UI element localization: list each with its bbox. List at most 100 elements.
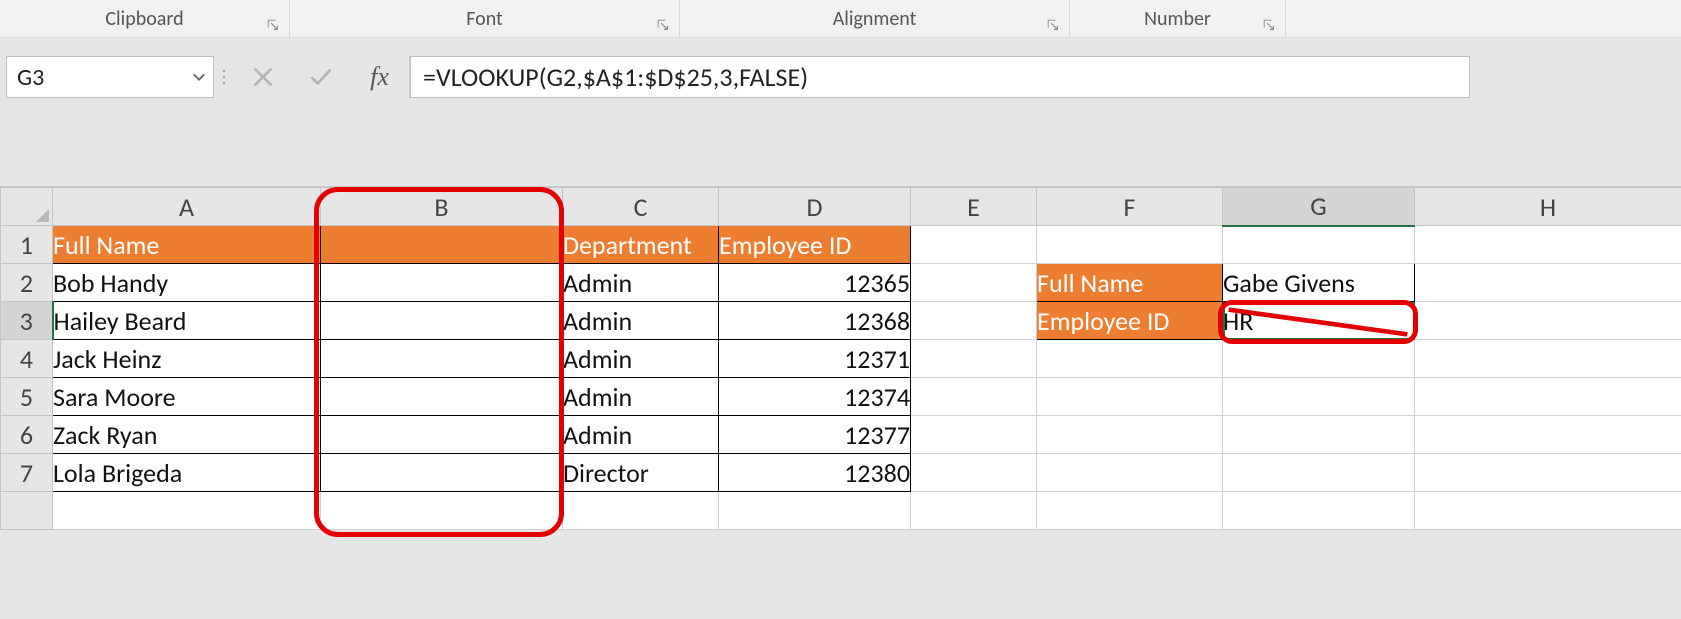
cell-G4[interactable] — [1223, 340, 1415, 378]
cell-F6[interactable] — [1037, 416, 1223, 454]
col-header-F[interactable]: F — [1037, 188, 1223, 226]
cell-F5[interactable] — [1037, 378, 1223, 416]
row-header-4[interactable]: 4 — [1, 340, 53, 378]
insert-function-button[interactable]: fx — [350, 56, 410, 98]
name-box-value: G3 — [17, 63, 44, 92]
dialog-launcher-icon[interactable] — [1261, 17, 1277, 33]
dialog-launcher-icon[interactable] — [655, 17, 671, 33]
cell-H3[interactable] — [1415, 302, 1681, 340]
chevron-down-icon[interactable] — [191, 69, 207, 85]
row-5: 5 Sara Moore Admin 12374 — [1, 378, 1681, 416]
row-header-6[interactable]: 6 — [1, 416, 53, 454]
col-header-C[interactable]: C — [563, 188, 719, 226]
select-all-corner[interactable] — [1, 188, 53, 226]
cell-G7[interactable] — [1223, 454, 1415, 492]
cell-C6[interactable]: Admin — [563, 416, 719, 454]
formula-input[interactable] — [410, 56, 1470, 98]
row-header-2[interactable]: 2 — [1, 264, 53, 302]
cell-H4[interactable] — [1415, 340, 1681, 378]
cell-H7[interactable] — [1415, 454, 1681, 492]
divider-icon — [214, 56, 234, 98]
name-box[interactable]: G3 — [6, 56, 214, 98]
cell-C1[interactable]: Department — [563, 226, 719, 264]
cell-D7[interactable]: 12380 — [719, 454, 911, 492]
cell-E3[interactable] — [911, 302, 1037, 340]
cell-H2[interactable] — [1415, 264, 1681, 302]
cell-B1[interactable] — [321, 226, 563, 264]
row-6: 6 Zack Ryan Admin 12377 — [1, 416, 1681, 454]
cancel-button[interactable] — [234, 56, 292, 98]
col-header-E[interactable]: E — [911, 188, 1037, 226]
cell-A3[interactable]: Hailey Beard — [53, 302, 321, 340]
dialog-launcher-icon[interactable] — [265, 17, 281, 33]
cell-D3[interactable]: 12368 — [719, 302, 911, 340]
cell-C3[interactable]: Admin — [563, 302, 719, 340]
ribbon-group-label: Number — [1070, 7, 1285, 31]
cell-G6[interactable] — [1223, 416, 1415, 454]
spreadsheet-grid[interactable]: A B C D E F G H 1 Full Name Department E… — [0, 187, 1681, 530]
cell-A4[interactable]: Jack Heinz — [53, 340, 321, 378]
cell-D6[interactable]: 12377 — [719, 416, 911, 454]
cell-D5[interactable]: 12374 — [719, 378, 911, 416]
cell-E7[interactable] — [911, 454, 1037, 492]
cell-F4[interactable] — [1037, 340, 1223, 378]
cell-E2[interactable] — [911, 264, 1037, 302]
row-header-blank[interactable] — [1, 492, 53, 530]
cell-G3[interactable]: HR — [1223, 302, 1415, 340]
cell-B2[interactable] — [321, 264, 563, 302]
cell-H6[interactable] — [1415, 416, 1681, 454]
cell-B7[interactable] — [321, 454, 563, 492]
row-7: 7 Lola Brigeda Director 12380 — [1, 454, 1681, 492]
ribbon-group-clipboard: Clipboard — [0, 0, 290, 37]
formula-bar: G3 fx — [6, 56, 1675, 98]
dialog-launcher-icon[interactable] — [1045, 17, 1061, 33]
cell-B5[interactable] — [321, 378, 563, 416]
cell-C2[interactable]: Admin — [563, 264, 719, 302]
cell-D2[interactable]: 12365 — [719, 264, 911, 302]
cell-D1[interactable]: Employee ID — [719, 226, 911, 264]
col-header-A[interactable]: A — [53, 188, 321, 226]
cell-B6[interactable] — [321, 416, 563, 454]
cell-A1[interactable]: Full Name — [53, 226, 321, 264]
row-header-1[interactable]: 1 — [1, 226, 53, 264]
col-header-H[interactable]: H — [1415, 188, 1681, 226]
cell-A2[interactable]: Bob Handy — [53, 264, 321, 302]
cell-B3[interactable] — [321, 302, 563, 340]
cell-H5[interactable] — [1415, 378, 1681, 416]
cell-G2[interactable]: Gabe Givens — [1223, 264, 1415, 302]
column-headers[interactable]: A B C D E F G H — [1, 188, 1681, 226]
row-1: 1 Full Name Department Employee ID — [1, 226, 1681, 264]
row-header-5[interactable]: 5 — [1, 378, 53, 416]
cell-B4[interactable] — [321, 340, 563, 378]
cell-C7[interactable]: Director — [563, 454, 719, 492]
col-header-D[interactable]: D — [719, 188, 911, 226]
cell-E5[interactable] — [911, 378, 1037, 416]
ribbon-group-font: Font — [290, 0, 680, 37]
row-header-3[interactable]: 3 — [1, 302, 53, 340]
cell-D4[interactable]: 12371 — [719, 340, 911, 378]
row-4: 4 Jack Heinz Admin 12371 — [1, 340, 1681, 378]
cell-A6[interactable]: Zack Ryan — [53, 416, 321, 454]
cell-C4[interactable]: Admin — [563, 340, 719, 378]
row-header-7[interactable]: 7 — [1, 454, 53, 492]
cell-C5[interactable]: Admin — [563, 378, 719, 416]
cell-A5[interactable]: Sara Moore — [53, 378, 321, 416]
cell-G1[interactable] — [1223, 226, 1415, 264]
cell-G5[interactable] — [1223, 378, 1415, 416]
ribbon-group-label: Font — [290, 7, 679, 31]
cell-F3[interactable]: Employee ID — [1037, 302, 1223, 340]
row-blank — [1, 492, 1681, 530]
cell-F1[interactable] — [1037, 226, 1223, 264]
cell-A7[interactable]: Lola Brigeda — [53, 454, 321, 492]
enter-button[interactable] — [292, 56, 350, 98]
cell-E6[interactable] — [911, 416, 1037, 454]
cell-F7[interactable] — [1037, 454, 1223, 492]
cell-F2[interactable]: Full Name — [1037, 264, 1223, 302]
col-header-G[interactable]: G — [1223, 188, 1415, 226]
cell-E4[interactable] — [911, 340, 1037, 378]
cell-H1[interactable] — [1415, 226, 1681, 264]
cell-E1[interactable] — [911, 226, 1037, 264]
ribbon-group-label: Alignment — [680, 7, 1069, 31]
col-header-B[interactable]: B — [321, 188, 563, 226]
row-3: 3 Hailey Beard Admin 12368 Employee ID H… — [1, 302, 1681, 340]
